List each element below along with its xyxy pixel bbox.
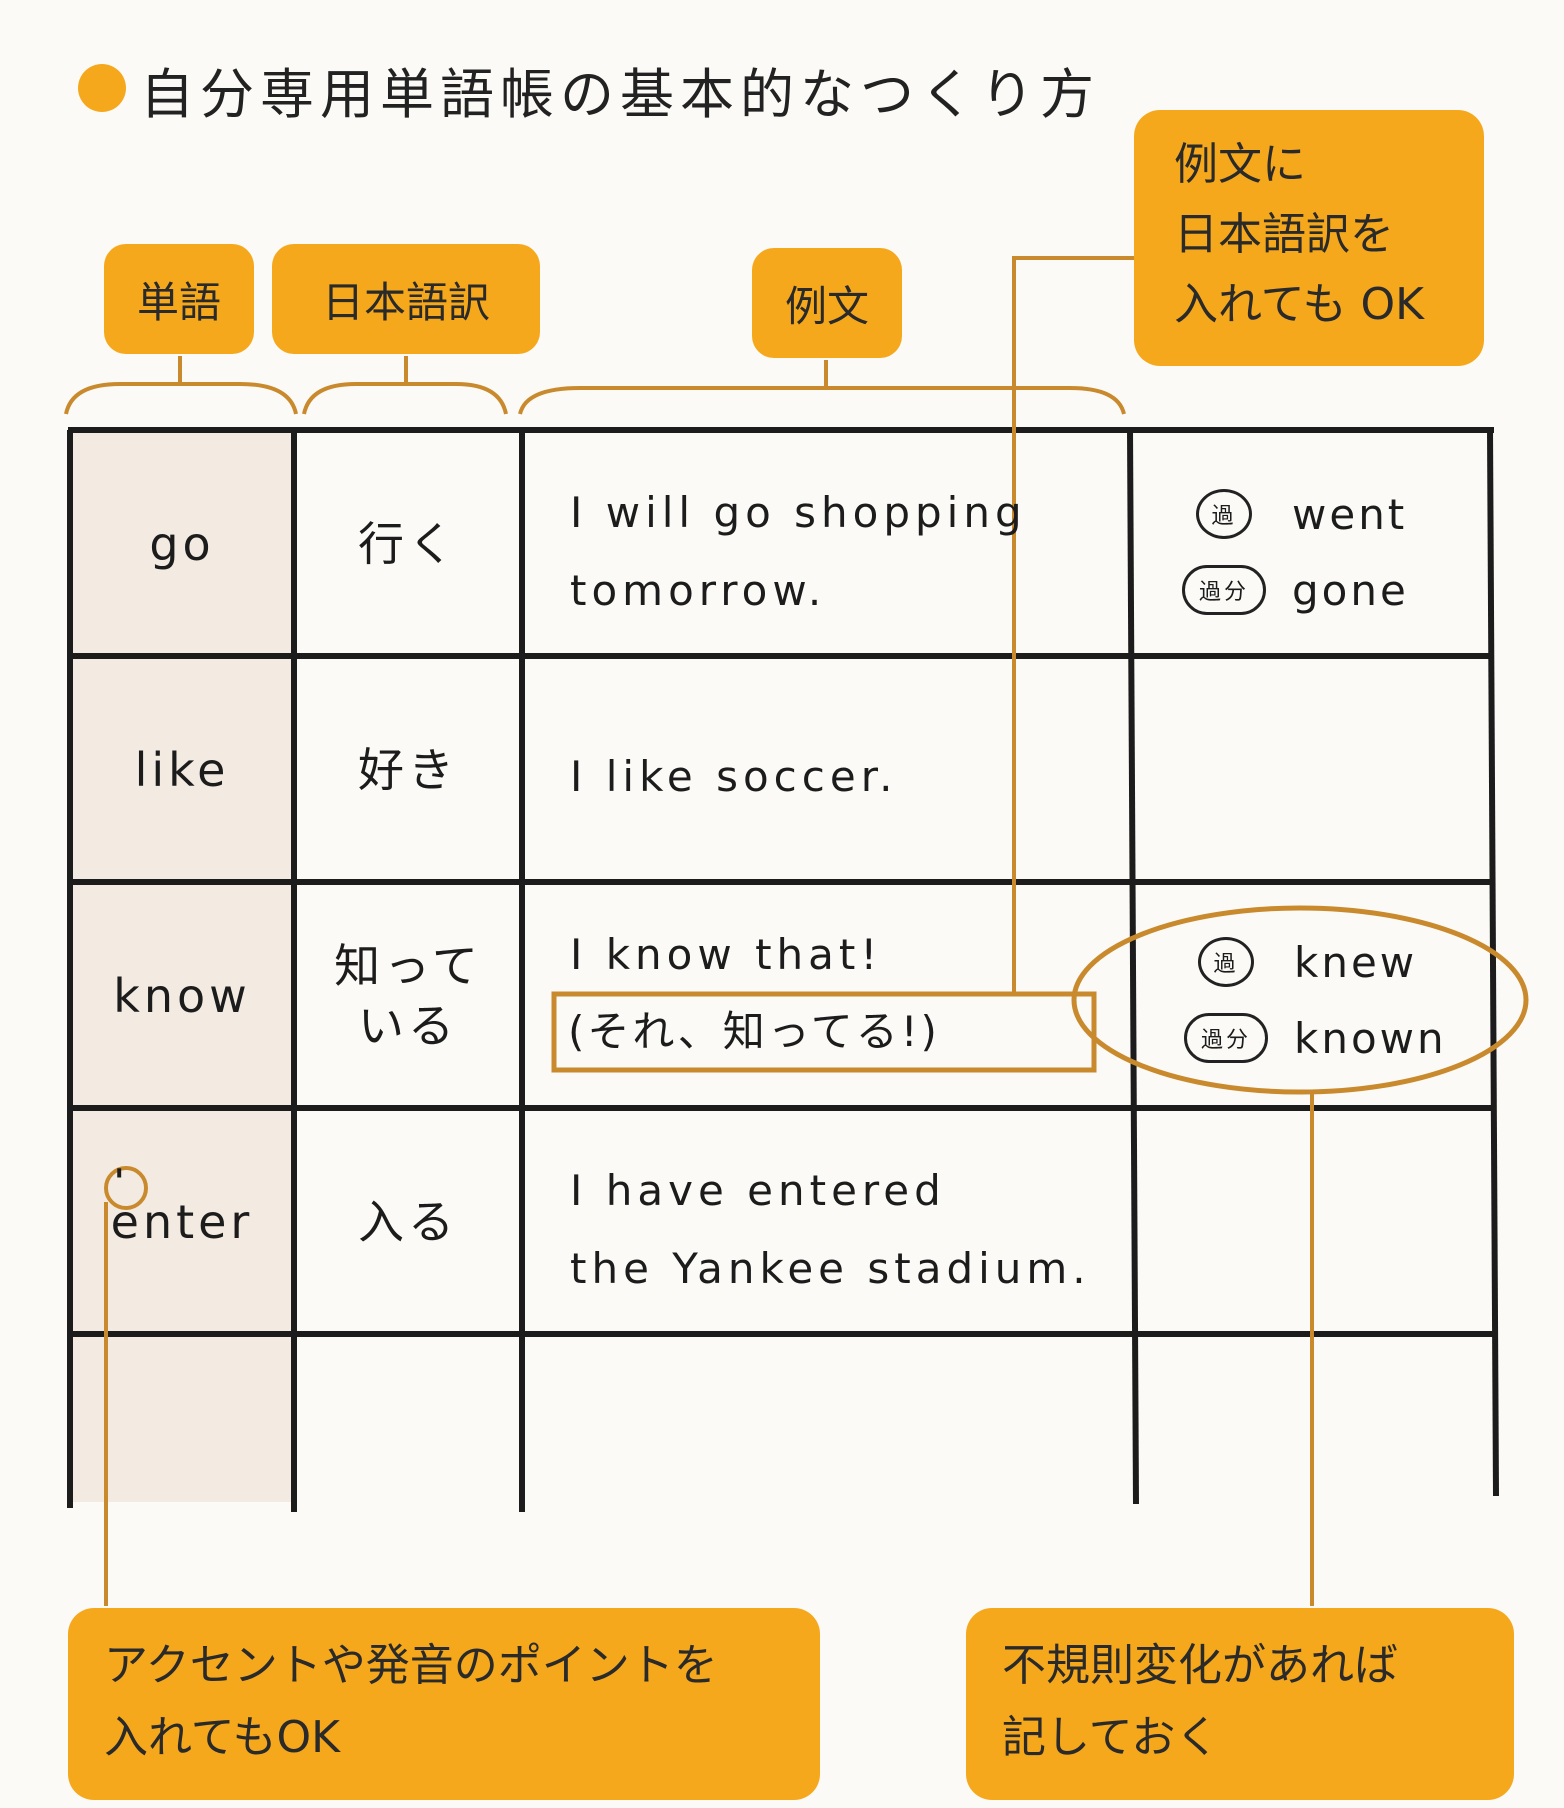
past-participle-badge: 過分 <box>1184 1013 1268 1063</box>
word-cell-like: like <box>134 743 230 797</box>
note-irregular: 不規則変化があれば 記しておく <box>966 1608 1514 1800</box>
japanese-cell-go: 行く <box>358 517 458 571</box>
example-cell-go: I will go shopping tomorrow. <box>570 488 1027 615</box>
japanese-cell-enter: 入る <box>358 1195 458 1249</box>
word-cell-know: know <box>113 969 251 1023</box>
example-translation-know: (それ、知ってる!) <box>568 1007 940 1056</box>
past-badge: 過 <box>1196 489 1252 539</box>
past-form: knew <box>1294 937 1418 987</box>
past-form: went <box>1292 489 1408 539</box>
example-cell-like: I like soccer. <box>570 752 898 801</box>
forms-cell-go: 過 went 過分 gone <box>1182 476 1409 628</box>
word-cell-enter: enter <box>110 1195 254 1249</box>
past-participle-form: gone <box>1292 565 1409 615</box>
past-participle-form: known <box>1294 1013 1447 1063</box>
example-cell-enter: I have entered the Yankee stadium. <box>570 1166 1091 1293</box>
past-badge: 過 <box>1198 937 1254 987</box>
forms-cell-know: 過 knew 過分 known <box>1184 924 1447 1076</box>
japanese-cell-like: 好き <box>358 743 458 797</box>
note-accent: アクセントや発音のポイントを 入れてもOK <box>68 1608 820 1800</box>
header-brackets <box>64 356 1126 415</box>
word-cell-go: go <box>149 517 215 571</box>
japanese-cell-know: 知って いる <box>334 939 482 1053</box>
past-participle-badge: 過分 <box>1182 565 1266 615</box>
example-cell-know: I know that! <box>570 930 883 979</box>
